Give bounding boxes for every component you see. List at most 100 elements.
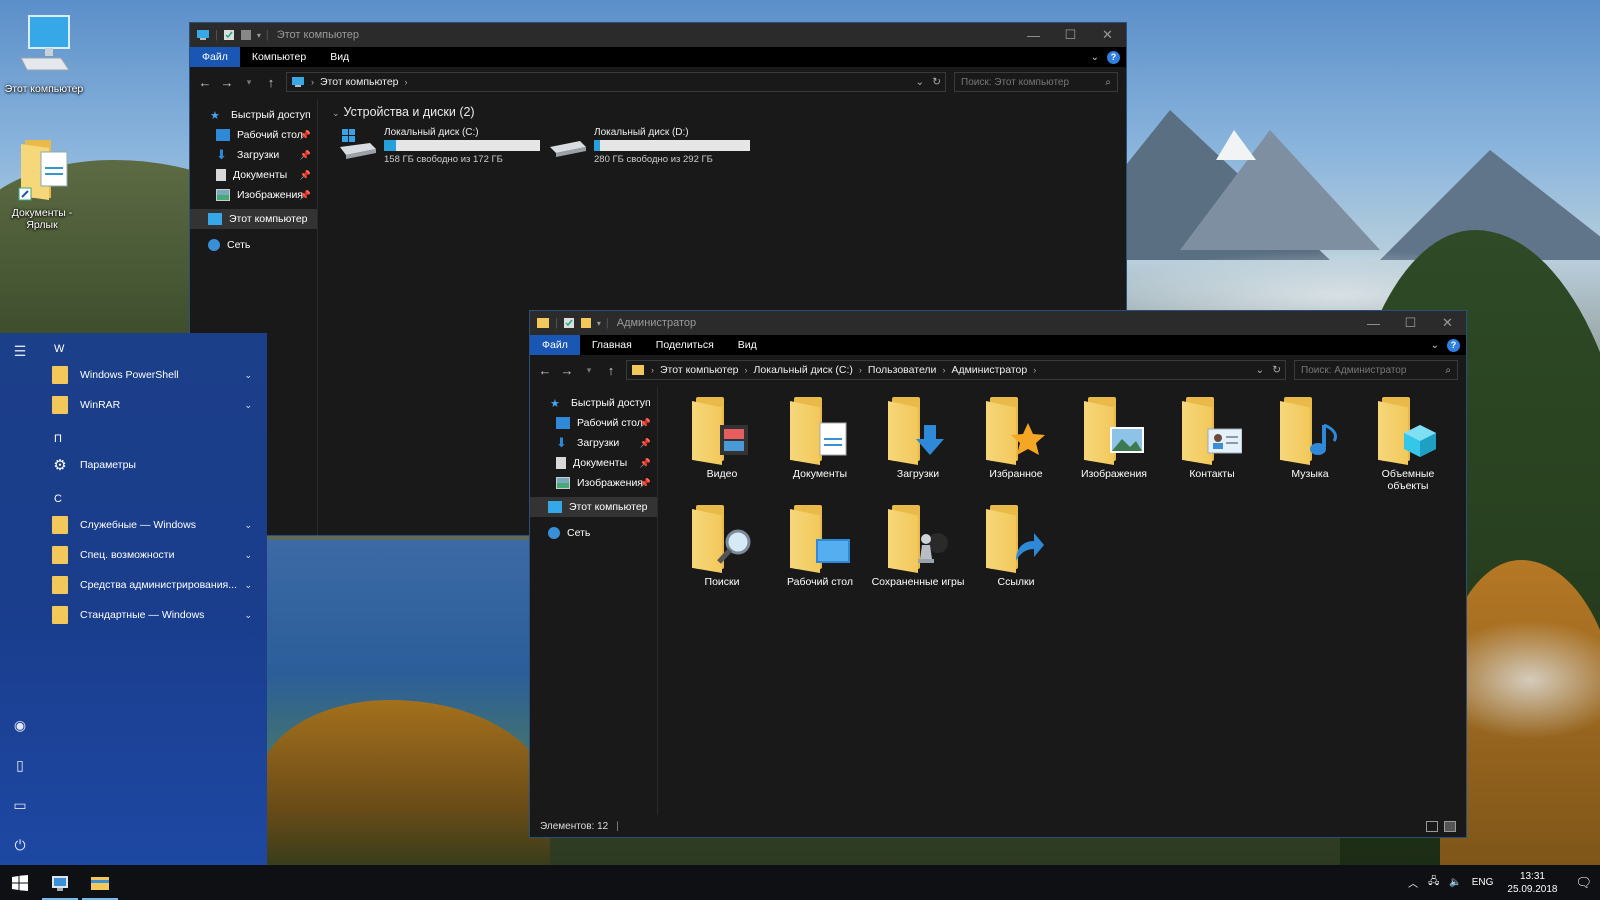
- nav-item-documents[interactable]: Документы 📌: [190, 165, 317, 185]
- breadcrumb-item[interactable]: Локальный диск (C:): [754, 364, 853, 376]
- address-dropdown-icon[interactable]: ⌄: [915, 76, 924, 88]
- nav-item-this-pc[interactable]: Этот компьютер: [190, 209, 317, 229]
- breadcrumb-item[interactable]: Этот компьютер: [660, 364, 739, 376]
- properties-icon[interactable]: [563, 317, 575, 329]
- recent-locations-button[interactable]: ▾: [242, 77, 256, 88]
- nav-item-quick-access[interactable]: ★ Быстрый доступ: [530, 393, 657, 413]
- minimize-button[interactable]: —: [1015, 23, 1052, 47]
- nav-item-pictures[interactable]: Изображения 📌: [190, 185, 317, 205]
- help-icon[interactable]: ?: [1447, 338, 1460, 352]
- section-letter[interactable]: П: [54, 433, 62, 445]
- start-button[interactable]: [0, 865, 40, 900]
- breadcrumb-item[interactable]: Администратор: [951, 364, 1027, 376]
- address-dropdown-icon[interactable]: ⌄: [1255, 364, 1264, 376]
- drive-item[interactable]: Локальный диск (C:) 158 ГБ свободно из 1…: [340, 127, 540, 165]
- explorer-window-administrator[interactable]: | ▾ | Администратор — ☐ ✕ Файл Главная П…: [529, 310, 1467, 838]
- address-bar[interactable]: › Этот компьютер › Локальный диск (C:) ›…: [626, 360, 1286, 380]
- hamburger-menu-icon[interactable]: ☰: [12, 343, 28, 359]
- details-view-icon[interactable]: [1426, 820, 1438, 832]
- up-button[interactable]: ↑: [604, 363, 618, 378]
- drive-item[interactable]: Локальный диск (D:) 280 ГБ свободно из 2…: [550, 127, 750, 165]
- tab-view[interactable]: Вид: [726, 335, 769, 355]
- close-button[interactable]: ✕: [1089, 23, 1126, 47]
- address-bar[interactable]: › Этот компьютер › ⌄ ↻: [286, 72, 946, 92]
- breadcrumb-item[interactable]: Этот компьютер: [320, 76, 399, 88]
- tab-view[interactable]: Вид: [318, 47, 361, 67]
- nav-item-downloads[interactable]: ⬇ Загрузки 📌: [190, 145, 317, 165]
- network-icon[interactable]: 🖧: [1428, 874, 1439, 891]
- forward-button[interactable]: →: [220, 75, 234, 90]
- folder-item-searches[interactable]: Поиски: [674, 505, 770, 588]
- section-letter[interactable]: W: [54, 343, 64, 355]
- document-icon[interactable]: ▯: [12, 757, 28, 773]
- search-input[interactable]: Поиск: Администратор ⌕: [1294, 360, 1458, 380]
- nav-item-this-pc[interactable]: Этот компьютер: [530, 497, 657, 517]
- clock[interactable]: 13:31 25.09.2018: [1507, 870, 1557, 896]
- group-header[interactable]: ⌄ Устройства и диски (2): [332, 105, 475, 119]
- maximize-button[interactable]: ☐: [1392, 311, 1429, 335]
- folder-item-videos[interactable]: Видео: [674, 397, 770, 480]
- back-button[interactable]: ←: [198, 75, 212, 90]
- tab-file[interactable]: Файл: [530, 335, 580, 355]
- title-bar[interactable]: | ▾ | Администратор — ☐ ✕: [530, 311, 1466, 335]
- breadcrumb-item[interactable]: Пользователи: [868, 364, 937, 376]
- start-item-windows-accessories[interactable]: Стандартные — Windows ⌄: [52, 603, 252, 627]
- forward-button[interactable]: →: [560, 363, 574, 378]
- pictures-icon[interactable]: ▭: [12, 797, 28, 813]
- expand-ribbon-icon[interactable]: ⌄: [1431, 340, 1439, 351]
- properties-icon[interactable]: [223, 29, 235, 41]
- expand-ribbon-icon[interactable]: ⌄: [1091, 52, 1099, 63]
- folder-item-saved-games[interactable]: Сохраненные игры: [870, 505, 966, 588]
- volume-icon[interactable]: 🔈: [1449, 877, 1461, 888]
- section-letter[interactable]: С: [54, 493, 62, 505]
- power-icon[interactable]: ⏻: [12, 837, 28, 853]
- nav-item-pictures[interactable]: Изображения 📌: [530, 473, 657, 493]
- folder-item-downloads[interactable]: Загрузки: [870, 397, 966, 480]
- back-button[interactable]: ←: [538, 363, 552, 378]
- start-item-windows-system[interactable]: Служебные — Windows ⌄: [52, 513, 252, 537]
- folder-item-links[interactable]: Ссылки: [968, 505, 1064, 588]
- start-item-settings[interactable]: ⚙ Параметры: [52, 453, 252, 477]
- new-folder-icon[interactable]: [580, 317, 592, 329]
- desktop-icon-this-pc[interactable]: Этот компьютер: [2, 12, 86, 95]
- nav-item-desktop[interactable]: Рабочий стол 📌: [530, 413, 657, 433]
- folder-item-desktop[interactable]: Рабочий стол: [772, 505, 868, 588]
- large-icons-view-icon[interactable]: [1444, 820, 1456, 832]
- maximize-button[interactable]: ☐: [1052, 23, 1089, 47]
- folder-item-pictures[interactable]: Изображения: [1066, 397, 1162, 480]
- nav-item-network[interactable]: Сеть: [190, 235, 317, 255]
- nav-item-downloads[interactable]: ⬇ Загрузки 📌: [530, 433, 657, 453]
- nav-item-network[interactable]: Сеть: [530, 523, 657, 543]
- tab-file[interactable]: Файл: [190, 47, 240, 67]
- title-bar[interactable]: | ▾ | Этот компьютер — ☐ ✕: [190, 23, 1126, 47]
- help-icon[interactable]: ?: [1107, 50, 1120, 64]
- tab-home[interactable]: Главная: [580, 335, 644, 355]
- customize-quick-access-icon[interactable]: ▾: [257, 31, 261, 40]
- action-center-icon[interactable]: 🗨: [1575, 875, 1592, 891]
- refresh-icon[interactable]: ↻: [1272, 364, 1281, 376]
- search-input[interactable]: Поиск: Этот компьютер ⌕: [954, 72, 1118, 92]
- user-icon[interactable]: ◉: [12, 717, 28, 733]
- nav-item-quick-access[interactable]: ★ Быстрый доступ: [190, 105, 317, 125]
- recent-locations-button[interactable]: ▾: [582, 365, 596, 376]
- start-item-admin-tools[interactable]: Средства администрирования... ⌄: [52, 573, 252, 597]
- tab-share[interactable]: Поделиться: [644, 335, 726, 355]
- nav-item-desktop[interactable]: Рабочий стол 📌: [190, 125, 317, 145]
- close-button[interactable]: ✕: [1429, 311, 1466, 335]
- folder-item-music[interactable]: Музыка: [1262, 397, 1358, 480]
- language-indicator[interactable]: ENG: [1472, 877, 1494, 888]
- folder-item-contacts[interactable]: Контакты: [1164, 397, 1260, 480]
- folder-item-documents[interactable]: Документы: [772, 397, 868, 480]
- folder-item-3d-objects[interactable]: Объемные объекты: [1360, 397, 1456, 492]
- desktop-icon-documents-shortcut[interactable]: Документы - Ярлык: [0, 136, 84, 231]
- taskbar-app-control-panel[interactable]: [40, 865, 80, 900]
- start-item-winrar[interactable]: WinRAR ⌄: [52, 393, 252, 417]
- up-button[interactable]: ↑: [264, 75, 278, 90]
- taskbar-app-file-explorer[interactable]: [80, 865, 120, 900]
- show-hidden-icons-icon[interactable]: ︿: [1408, 875, 1418, 890]
- folder-item-favorites[interactable]: Избранное: [968, 397, 1064, 480]
- start-item-windows-powershell[interactable]: Windows PowerShell ⌄: [52, 363, 252, 387]
- start-item-accessibility[interactable]: Спец. возможности ⌄: [52, 543, 252, 567]
- customize-quick-access-icon[interactable]: ▾: [597, 319, 601, 328]
- refresh-icon[interactable]: ↻: [932, 76, 941, 88]
